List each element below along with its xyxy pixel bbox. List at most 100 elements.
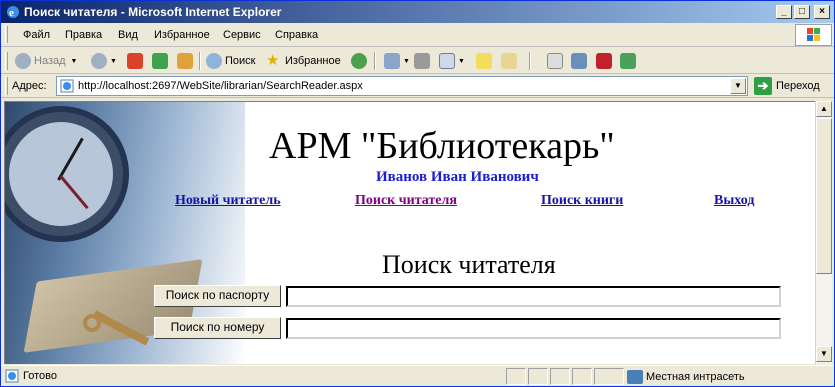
toolbar-separator <box>374 52 376 70</box>
antivirus-icon <box>596 53 612 69</box>
address-dropdown-button[interactable]: ▼ <box>730 78 746 94</box>
scroll-down-button[interactable]: ▼ <box>816 346 832 362</box>
refresh-button[interactable] <box>152 52 171 70</box>
menu-edit[interactable]: Правка <box>65 29 102 41</box>
menu-view[interactable]: Вид <box>118 29 138 41</box>
mail-icon <box>384 53 400 69</box>
app-title: АРМ "Библиотекарь" <box>269 125 615 167</box>
minimize-button[interactable]: _ <box>776 5 792 19</box>
refresh-icon <box>152 53 168 69</box>
zone-label: Местная интрасеть <box>646 370 745 383</box>
status-cell <box>594 368 624 385</box>
scroll-up-button[interactable]: ▲ <box>816 101 832 117</box>
go-arrow-icon: ➔ <box>754 77 772 95</box>
research-icon <box>501 53 517 69</box>
clock-illustration <box>5 106 129 242</box>
search-by-passport-button[interactable]: Поиск по паспорту <box>154 285 281 307</box>
stop-icon <box>127 53 143 69</box>
search-label: Поиск <box>225 55 256 67</box>
chevron-down-icon: ▼ <box>70 57 78 65</box>
title-bar: e Поиск читателя - Microsoft Internet Ex… <box>1 1 834 23</box>
section-title: Поиск читателя <box>382 250 556 279</box>
user-name: Иванов Иван Иванович <box>376 169 539 185</box>
search-by-number-button[interactable]: Поиск по номеру <box>154 317 281 339</box>
home-button[interactable] <box>177 52 196 70</box>
window-title: Поиск читателя - Microsoft Internet Expl… <box>24 5 282 19</box>
nav-new-reader-link[interactable]: Новый читатель <box>175 193 281 209</box>
nav-exit-link[interactable]: Выход <box>714 193 754 209</box>
media-icon <box>351 53 367 69</box>
extension-icon <box>620 53 636 69</box>
nav-search-reader-link[interactable]: Поиск читателя <box>355 193 457 209</box>
go-button[interactable]: ➔ Переход <box>754 77 820 95</box>
address-url: http://localhost:2697/WebSite/librarian/… <box>78 80 363 92</box>
back-label: Назад <box>34 55 66 67</box>
search-button[interactable]: Поиск <box>206 52 255 70</box>
windows-logo-icon <box>795 24 832 46</box>
favorites-button[interactable]: ★ Избранное <box>266 52 341 70</box>
forward-arrow-icon <box>91 53 107 69</box>
status-cell <box>506 368 526 385</box>
browser-window: e Поиск читателя - Microsoft Internet Ex… <box>0 0 835 387</box>
maximize-button[interactable]: □ <box>794 5 810 19</box>
print-button[interactable] <box>414 52 433 70</box>
toolbar-grip[interactable] <box>5 77 8 95</box>
forward-button[interactable]: ▼ <box>91 52 117 70</box>
home-icon <box>177 53 193 69</box>
chevron-down-icon: ▼ <box>110 57 117 65</box>
menu-help[interactable]: Справка <box>275 29 318 41</box>
intranet-icon <box>627 369 643 384</box>
mail-button[interactable]: ▼ <box>384 52 410 70</box>
close-button[interactable]: × <box>814 5 830 19</box>
nav-search-book-link[interactable]: Поиск книги <box>541 193 623 209</box>
edit-button[interactable]: ▼ <box>439 52 465 70</box>
antivirus-button[interactable] <box>596 52 615 70</box>
toolbar-separator <box>199 52 201 70</box>
k-button[interactable] <box>547 52 566 70</box>
stop-button[interactable] <box>127 52 146 70</box>
address-bar: Адрес: http://localhost:2697/WebSite/lib… <box>1 74 834 98</box>
address-label: Адрес: <box>12 80 47 92</box>
menu-bar: Файл Правка Вид Избранное Сервис Справка <box>1 23 834 47</box>
print-icon <box>414 53 430 69</box>
go-label: Переход <box>776 80 820 92</box>
page-status-icon <box>5 369 19 383</box>
page-content: АРМ "Библиотекарь" Иванов Иван Иванович … <box>4 101 815 364</box>
status-cell <box>528 368 548 385</box>
favorites-label: Избранное <box>285 55 341 67</box>
menu-favorites[interactable]: Избранное <box>154 29 210 41</box>
back-arrow-icon <box>15 53 31 69</box>
toolbar-separator <box>529 52 531 70</box>
discuss-button[interactable] <box>476 52 495 70</box>
back-button[interactable]: Назад ▼ <box>15 52 77 70</box>
messenger-icon <box>571 53 587 69</box>
extension-button[interactable] <box>620 52 639 70</box>
k-icon <box>547 53 563 69</box>
media-button[interactable] <box>351 52 370 70</box>
passport-input[interactable] <box>286 286 781 307</box>
internet-explorer-icon: e <box>7 6 19 19</box>
word-icon <box>439 53 455 69</box>
vertical-scrollbar[interactable]: ▲ ▼ <box>815 101 832 364</box>
note-icon <box>476 53 492 69</box>
chevron-down-icon: ▼ <box>403 57 410 65</box>
number-input[interactable] <box>286 318 781 339</box>
status-bar: Готово Местная интрасеть <box>1 365 834 386</box>
menu-tools[interactable]: Сервис <box>223 29 261 41</box>
standard-toolbar: Назад ▼ ▼ Поиск ★ Избранное ▼ ▼ <box>1 48 834 74</box>
menu-file[interactable]: Файл <box>23 29 50 41</box>
status-text: Готово <box>23 370 57 382</box>
toolbar-grip[interactable] <box>5 52 8 70</box>
research-button[interactable] <box>501 52 520 70</box>
security-zone: Местная интрасеть <box>627 368 745 385</box>
toolbar-grip[interactable] <box>5 26 8 43</box>
chevron-down-icon: ▼ <box>458 57 465 65</box>
svg-text:e: e <box>9 7 14 19</box>
messenger-button[interactable] <box>571 52 590 70</box>
status-cell <box>550 368 570 385</box>
scroll-thumb[interactable] <box>816 118 832 274</box>
page-icon <box>60 79 74 93</box>
star-icon: ★ <box>266 52 280 69</box>
status-cell <box>572 368 592 385</box>
address-input[interactable]: http://localhost:2697/WebSite/librarian/… <box>56 76 748 96</box>
